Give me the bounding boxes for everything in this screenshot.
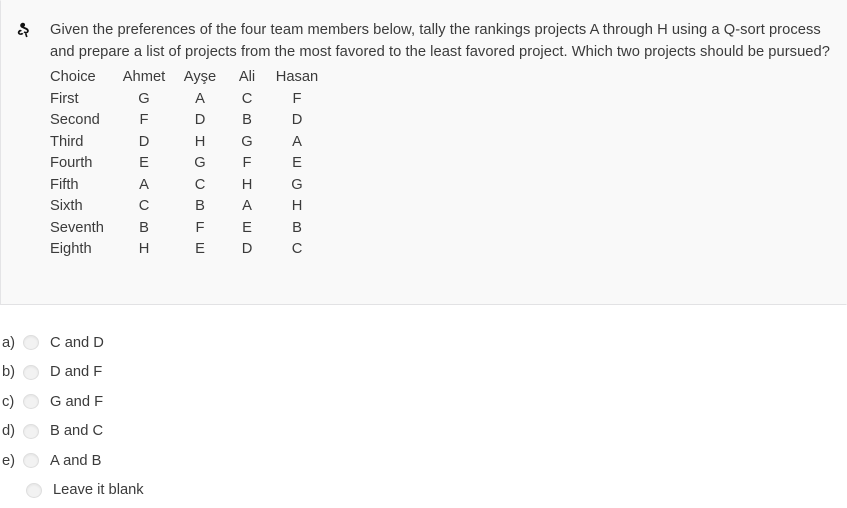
- cell-hasan: A: [292, 133, 302, 150]
- option-label-b[interactable]: D and F: [50, 364, 102, 380]
- question-body: Given the preferences of the four team m…: [50, 19, 838, 261]
- option-row-c[interactable]: c) G and F: [0, 387, 847, 417]
- radio-button-d[interactable]: [23, 423, 39, 439]
- cell-choice: First: [50, 90, 79, 107]
- question-card: Given the preferences of the four team m…: [0, 0, 847, 305]
- table-row: Sixth C B A H: [50, 196, 326, 218]
- cell-ahmet: C: [138, 198, 150, 214]
- cell-hasan: D: [291, 112, 303, 128]
- table-header-row: Choice Ahmet Ayşe Ali Hasan: [50, 67, 326, 89]
- option-letter-e: e): [2, 452, 16, 469]
- cell-ali: E: [242, 219, 252, 236]
- option-row-e[interactable]: e) A and B: [0, 446, 847, 476]
- radio-button-leave-blank[interactable]: [26, 482, 42, 498]
- option-label-leave-blank[interactable]: Leave it blank: [53, 482, 144, 498]
- option-letter-c: c): [2, 393, 15, 410]
- cell-ali: D: [241, 241, 253, 257]
- cell-ahmet: D: [138, 133, 150, 150]
- cell-ayse: B: [195, 198, 205, 214]
- table-row: Fifth A C H G: [50, 175, 326, 197]
- cell-hasan: F: [292, 90, 302, 107]
- cell-hasan: H: [291, 198, 303, 214]
- cell-ahmet: A: [139, 176, 149, 193]
- option-label-e[interactable]: A and B: [50, 453, 101, 469]
- cell-ayse: A: [195, 90, 205, 107]
- cell-choice: Fourth: [50, 155, 93, 171]
- cell-choice: Seventh: [50, 219, 104, 236]
- cell-ayse: E: [195, 241, 205, 257]
- cell-ahmet: B: [139, 219, 149, 236]
- column-header-ayse: Ayşe: [183, 69, 217, 85]
- table-row: Seventh B F E B: [50, 218, 326, 240]
- cell-ayse: F: [195, 219, 205, 236]
- cell-hasan: E: [292, 155, 302, 171]
- column-header-hasan: Hasan: [275, 69, 319, 85]
- option-label-c[interactable]: G and F: [50, 394, 103, 410]
- cell-ayse: G: [194, 155, 206, 171]
- cell-ahmet: H: [138, 241, 150, 257]
- pin-glyph-icon: [14, 18, 38, 42]
- column-header-ahmet: Ahmet: [122, 69, 166, 85]
- cell-ali: H: [241, 176, 253, 193]
- cell-ali: F: [242, 155, 252, 171]
- radio-button-b[interactable]: [23, 364, 39, 380]
- column-header-choice: Choice: [50, 69, 96, 85]
- option-row-d[interactable]: d) B and C: [0, 417, 847, 447]
- cell-ali: B: [242, 112, 252, 128]
- radio-button-e[interactable]: [23, 453, 39, 469]
- cell-choice: Sixth: [50, 198, 83, 214]
- cell-hasan: C: [291, 241, 303, 257]
- cell-ahmet: F: [139, 112, 149, 128]
- answer-options-list: a) C and D b) D and F c) G and F d) B an…: [0, 328, 847, 505]
- cell-hasan: G: [291, 176, 303, 193]
- cell-ali: G: [241, 133, 253, 150]
- cell-choice: Third: [50, 133, 84, 150]
- radio-button-a[interactable]: [23, 335, 39, 351]
- option-label-d[interactable]: B and C: [50, 423, 103, 439]
- cell-choice: Eighth: [50, 241, 92, 257]
- option-row-b[interactable]: b) D and F: [0, 358, 847, 388]
- cell-ayse: C: [194, 176, 206, 193]
- cell-choice: Second: [50, 112, 100, 128]
- question-text: Given the preferences of the four team m…: [50, 22, 830, 60]
- cell-ali: C: [241, 90, 253, 107]
- cell-ahmet: G: [138, 90, 150, 107]
- cell-ayse: D: [194, 112, 206, 128]
- option-letter-b: b): [2, 364, 16, 381]
- cell-ali: A: [242, 198, 252, 214]
- option-label-a[interactable]: C and D: [50, 335, 104, 351]
- preference-table: Choice Ahmet Ayşe Ali Hasan First G A C …: [50, 67, 326, 261]
- cell-ayse: H: [194, 133, 206, 150]
- table-row: Fourth E G F E: [50, 153, 326, 175]
- option-letter-d: d): [2, 423, 16, 440]
- cell-choice: Fifth: [50, 176, 79, 193]
- cell-ahmet: E: [139, 155, 149, 171]
- table-row: Third D H G A: [50, 132, 326, 154]
- table-row: Second F D B D: [50, 110, 326, 132]
- radio-button-c[interactable]: [23, 394, 39, 410]
- table-row: First G A C F: [50, 89, 326, 111]
- table-row: Eighth H E D C: [50, 239, 326, 261]
- option-letter-a: a): [2, 334, 16, 351]
- cell-hasan: B: [292, 219, 302, 236]
- option-row-a[interactable]: a) C and D: [0, 328, 847, 358]
- column-header-ali: Ali: [238, 69, 256, 85]
- option-row-leave-blank[interactable]: Leave it blank: [0, 476, 847, 506]
